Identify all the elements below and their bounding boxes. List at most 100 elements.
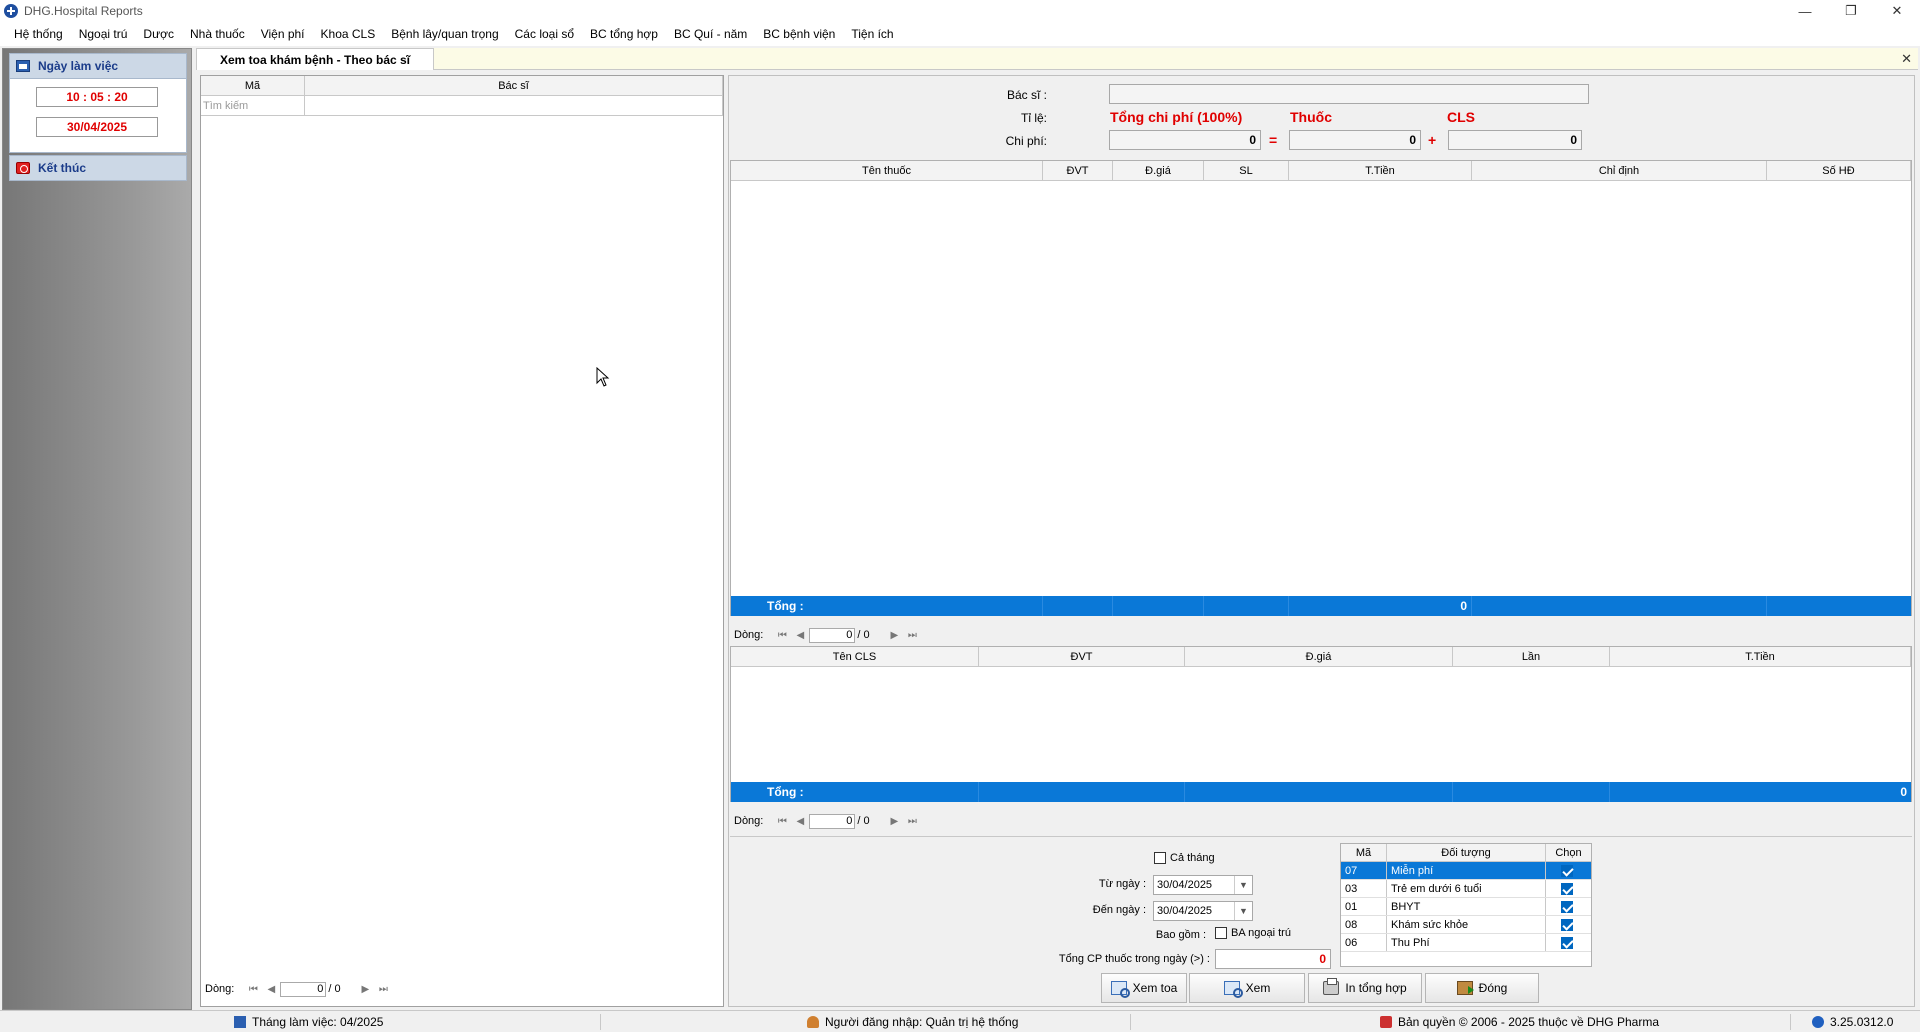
first-page-icon[interactable]: ⏮ — [773, 816, 791, 827]
col-header-cls-price[interactable]: Đ.giá — [1185, 647, 1453, 666]
drug-grid-header: Tên thuốc ĐVT Đ.giá SL T.Tiền Chỉ định S… — [731, 161, 1911, 181]
menu-nha-thuoc[interactable]: Nhà thuốc — [182, 22, 253, 46]
doctor-filter-input[interactable] — [305, 96, 723, 115]
page-number-input[interactable]: 0 — [809, 813, 856, 829]
page-number-input[interactable]: 0 — [809, 627, 856, 643]
maximize-button[interactable]: ❐ — [1828, 0, 1874, 22]
prev-page-icon[interactable]: ◀ — [262, 984, 280, 995]
last-page-icon[interactable]: ⏭ — [903, 816, 921, 827]
menu-cac-loai-so[interactable]: Các loại sổ — [507, 22, 582, 46]
type-name: Khám sức khỏe — [1387, 916, 1546, 933]
table-row[interactable]: 06 Thu Phí — [1341, 934, 1591, 952]
menu-tien-ich[interactable]: Tiện ích — [843, 22, 901, 46]
last-page-icon[interactable]: ⏭ — [374, 984, 392, 995]
drug-grid-total-row: Tổng : 0 — [731, 596, 1911, 616]
col-header-unit[interactable]: ĐVT — [1043, 161, 1113, 180]
doctor-label: Bác sĩ : — [1006, 88, 1047, 102]
next-page-icon[interactable]: ▶ — [885, 630, 903, 641]
col-header-qty[interactable]: SL — [1204, 161, 1289, 180]
users-icon — [807, 1016, 819, 1028]
to-date-picker[interactable]: 30/04/2025 ▼ — [1153, 901, 1253, 921]
prev-page-icon[interactable]: ◀ — [791, 630, 809, 641]
outpatient-checkbox[interactable]: BA ngoại trú — [1215, 927, 1291, 940]
first-page-icon[interactable]: ⏮ — [244, 984, 262, 995]
clock-display: 10 : 05 : 20 — [36, 87, 158, 107]
menu-bc-qui-nam[interactable]: BC Quí - năm — [666, 22, 755, 46]
check-icon[interactable] — [1560, 864, 1573, 877]
prev-page-icon[interactable]: ◀ — [791, 816, 809, 827]
doctor-field[interactable] — [1109, 84, 1589, 104]
menu-he-thong[interactable]: Hệ thống — [6, 22, 71, 46]
last-page-icon[interactable]: ⏭ — [903, 630, 921, 641]
select-checkbox[interactable] — [1546, 916, 1591, 933]
nav-group-exit: Kết thúc — [9, 155, 187, 181]
check-icon[interactable] — [1560, 918, 1573, 931]
col-header-doctor[interactable]: Bác sĩ — [305, 76, 723, 95]
close-window-button[interactable]: ✕ — [1874, 0, 1920, 22]
select-checkbox[interactable] — [1546, 862, 1591, 879]
table-row[interactable]: 08 Khám sức khỏe — [1341, 916, 1591, 934]
table-row[interactable]: 07 Miễn phí — [1341, 862, 1591, 880]
nav-exit-item[interactable]: Kết thúc — [9, 155, 187, 181]
col-header-indication[interactable]: Chỉ định — [1472, 161, 1767, 180]
from-date-picker[interactable]: 30/04/2025 ▼ — [1153, 875, 1253, 895]
chevron-down-icon[interactable]: ▼ — [1234, 902, 1252, 920]
col-header-select[interactable]: Chọn — [1546, 844, 1591, 861]
select-checkbox[interactable] — [1546, 898, 1591, 915]
tab-view-prescription-by-doctor[interactable]: Xem toa khám bệnh - Theo bác sĩ — [196, 48, 434, 70]
menu-duoc[interactable]: Dược — [135, 22, 182, 46]
col-header-amount[interactable]: T.Tiền — [1289, 161, 1472, 180]
select-checkbox[interactable] — [1546, 934, 1591, 951]
table-row[interactable]: 01 BHYT — [1341, 898, 1591, 916]
prescription-detail-panel: Bác sĩ : Tỉ lệ: Tổng chi phí (100%) Thuố… — [728, 75, 1915, 1007]
select-checkbox[interactable] — [1546, 880, 1591, 897]
next-page-icon[interactable]: ▶ — [885, 816, 903, 827]
col-header-drug-name[interactable]: Tên thuốc — [731, 161, 1043, 180]
col-header-cls-amount[interactable]: T.Tiền — [1610, 647, 1911, 666]
col-header-code[interactable]: Mã — [201, 76, 305, 95]
col-header-cls-name[interactable]: Tên CLS — [731, 647, 979, 666]
calendar-icon — [234, 1016, 246, 1028]
menu-bc-benh-vien[interactable]: BC bệnh viện — [755, 22, 843, 46]
menu-bc-tong-hop[interactable]: BC tổng hợp — [582, 22, 666, 46]
checkbox-box[interactable] — [1215, 927, 1227, 940]
check-icon[interactable] — [1560, 882, 1573, 895]
menu-benh-lay[interactable]: Bệnh lây/quan trọng — [383, 22, 506, 46]
minimize-button[interactable]: — — [1782, 0, 1828, 22]
type-code: 06 — [1341, 934, 1387, 951]
close-tab-icon[interactable]: ✕ — [1901, 51, 1912, 67]
close-form-button[interactable]: Đóng — [1425, 973, 1539, 1003]
menu-khoa-cls[interactable]: Khoa CLS — [313, 22, 384, 46]
drug-total-cell — [1472, 596, 1767, 616]
page-number-input[interactable]: 0 — [280, 981, 327, 997]
chevron-down-icon[interactable]: ▼ — [1234, 876, 1252, 894]
page-total: / 0 — [857, 629, 870, 641]
menu-ngoai-tru[interactable]: Ngoại trú — [71, 22, 136, 46]
nav-header-workday[interactable]: Ngày làm việc — [9, 53, 187, 79]
check-icon[interactable] — [1560, 900, 1573, 913]
col-header-cls-times[interactable]: Lần — [1453, 647, 1610, 666]
view-button[interactable]: Xem — [1189, 973, 1305, 1003]
col-header-cls-unit[interactable]: ĐVT — [979, 647, 1185, 666]
col-header-price[interactable]: Đ.giá — [1113, 161, 1204, 180]
col-header-invoice-no[interactable]: Số HĐ — [1767, 161, 1911, 180]
first-page-icon[interactable]: ⏮ — [773, 630, 791, 641]
drug-total-cell — [1113, 596, 1204, 616]
outpatient-label: BA ngoại trú — [1231, 927, 1291, 939]
print-summary-button[interactable]: In tổng hợp — [1308, 973, 1422, 1003]
table-row[interactable]: 03 Trẻ em dưới 6 tuổi — [1341, 880, 1591, 898]
doctor-filter-row: Tìm kiếm — [201, 96, 723, 116]
cls-grid-pager: Dòng: ⏮ ◀ 0 / 0 ▶ ⏭ — [734, 812, 921, 830]
col-header-type-code[interactable]: Mã — [1341, 844, 1387, 861]
search-input[interactable]: Tìm kiếm — [201, 96, 305, 115]
status-workmonth: Tháng làm việc: 04/2025 — [234, 1011, 383, 1032]
checkbox-box[interactable] — [1154, 852, 1166, 865]
from-date-value: 30/04/2025 — [1157, 879, 1213, 891]
col-header-type-name[interactable]: Đối tượng — [1387, 844, 1546, 861]
check-icon[interactable] — [1560, 936, 1573, 949]
menu-vien-phi[interactable]: Viện phí — [253, 22, 313, 46]
daily-cost-input[interactable]: 0 — [1215, 949, 1331, 969]
view-prescription-button[interactable]: Xem toa — [1101, 973, 1187, 1003]
whole-month-checkbox[interactable]: Cả tháng — [1154, 852, 1215, 865]
next-page-icon[interactable]: ▶ — [356, 984, 374, 995]
